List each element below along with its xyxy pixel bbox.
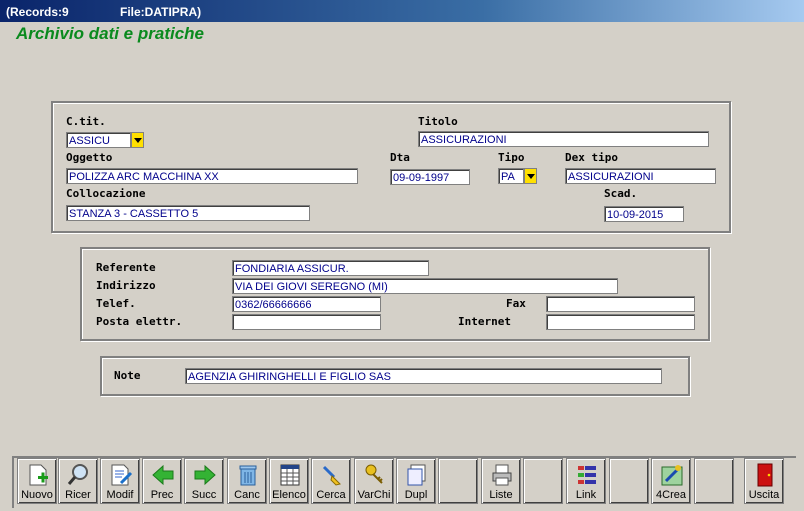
ctit-label: C.tit. (66, 115, 106, 128)
magnifier-icon (67, 463, 91, 487)
tipo-select[interactable]: PA (498, 168, 524, 184)
arrow-left-icon (151, 463, 175, 487)
window-titlebar: (Records:9 File:DATIPRA) (0, 0, 804, 22)
internet-field[interactable] (546, 314, 695, 330)
dex-tipo-label: Dex tipo (565, 151, 618, 164)
dex-tipo-field[interactable]: ASSICURAZIONI (565, 168, 716, 184)
collocazione-label: Collocazione (66, 187, 146, 200)
toolbar-button-4crea[interactable]: 4Crea (651, 458, 691, 504)
ctit-select[interactable]: ASSICU (66, 132, 131, 148)
scad-label: Scad. (604, 187, 638, 200)
toolbar-button-empty[interactable] (523, 458, 563, 504)
tipo-dropdown-icon[interactable] (524, 168, 537, 184)
scad-field[interactable]: 10-09-2015 (604, 206, 684, 222)
toolbar-button-label: 4Crea (656, 489, 686, 501)
toolbar-button-label: VarChi (357, 489, 391, 501)
toolbar-button-modif[interactable]: Modif (100, 458, 140, 504)
dta-label: Dta (390, 151, 410, 164)
note-label: Note (114, 369, 141, 382)
fax-field[interactable] (546, 296, 695, 312)
toolbar-button-succ[interactable]: Succ (184, 458, 224, 504)
telef-field[interactable]: 0362/66666666 (232, 296, 381, 312)
toolbar-button-label: Elenco (272, 489, 306, 501)
file-name: File:DATIPRA) (120, 5, 202, 19)
toolbar-button-empty[interactable] (694, 458, 734, 504)
toolbar-button-cerca[interactable]: Cerca (311, 458, 351, 504)
printer-icon (490, 463, 514, 487)
brush-icon (320, 463, 344, 487)
toolbar-button-empty[interactable] (438, 458, 478, 504)
toolbar-button-label: Ricer (65, 489, 91, 501)
trash-icon (236, 463, 260, 487)
titolo-label: Titolo (418, 115, 458, 128)
toolbar-button-label: Cerca (316, 489, 346, 501)
toolbar-button-ricer[interactable]: Ricer (58, 458, 98, 504)
indirizzo-field[interactable]: VIA DEI GIOVI SEREGNO (MI) (232, 278, 618, 294)
ctit-dropdown-icon[interactable] (131, 132, 144, 148)
records-count: (Records:9 (6, 5, 69, 19)
telef-label: Telef. (96, 297, 136, 310)
create-icon (660, 463, 684, 487)
toolbar-button-label: Nuovo (21, 489, 53, 501)
toolbar-button-uscita[interactable]: Uscita (744, 458, 784, 504)
toolbar-button-label: Link (575, 489, 597, 501)
titolo-field[interactable]: ASSICURAZIONI (418, 131, 709, 147)
toolbar-button-canc[interactable]: Canc (227, 458, 267, 504)
oggetto-field[interactable]: POLIZZA ARC MACCHINA XX (66, 168, 358, 184)
posta-label: Posta elettr. (96, 315, 183, 328)
toolbar-button-empty[interactable] (609, 458, 649, 504)
toolbar-button-link[interactable]: Link (566, 458, 606, 504)
toolbar-button-label: Dupl (404, 489, 428, 501)
toolbar-button-label: Uscita (748, 489, 780, 501)
referente-field[interactable]: FONDIARIA ASSICUR. (232, 260, 429, 276)
referente-label: Referente (96, 261, 156, 274)
toolbar-button-label: Canc (234, 489, 260, 501)
new-document-icon (26, 463, 50, 487)
exit-door-icon (753, 463, 777, 487)
toolbar-button-elenco[interactable]: Elenco (269, 458, 309, 504)
indirizzo-label: Indirizzo (96, 279, 156, 292)
collocazione-field[interactable]: STANZA 3 - CASSETTO 5 (66, 205, 310, 221)
arrow-right-icon (193, 463, 217, 487)
link-icon (575, 463, 599, 487)
toolbar-button-liste[interactable]: Liste (481, 458, 521, 504)
duplicate-icon (405, 463, 429, 487)
toolbar-button-dupl[interactable]: Dupl (396, 458, 436, 504)
toolbar-button-label: Modif (106, 489, 134, 501)
note-field[interactable]: AGENZIA GHIRINGHELLI E FIGLIO SAS (185, 368, 662, 384)
dta-field[interactable]: 09-09-1997 (390, 169, 470, 185)
edit-document-icon (109, 463, 133, 487)
posta-field[interactable] (232, 314, 381, 330)
toolbar-button-varchi[interactable]: VarChi (354, 458, 394, 504)
internet-label: Internet (458, 315, 511, 328)
fax-label: Fax (506, 297, 526, 310)
toolbar-button-label: Succ (191, 489, 217, 501)
tipo-label: Tipo (498, 151, 525, 164)
toolbar-button-label: Liste (489, 489, 513, 501)
table-icon (278, 463, 302, 487)
keys-icon (363, 463, 387, 487)
page-title: Archivio dati e pratiche (16, 24, 204, 43)
toolbar-button-prec[interactable]: Prec (142, 458, 182, 504)
toolbar-button-nuovo[interactable]: Nuovo (17, 458, 57, 504)
oggetto-label: Oggetto (66, 151, 113, 164)
toolbar-button-label: Prec (150, 489, 174, 501)
